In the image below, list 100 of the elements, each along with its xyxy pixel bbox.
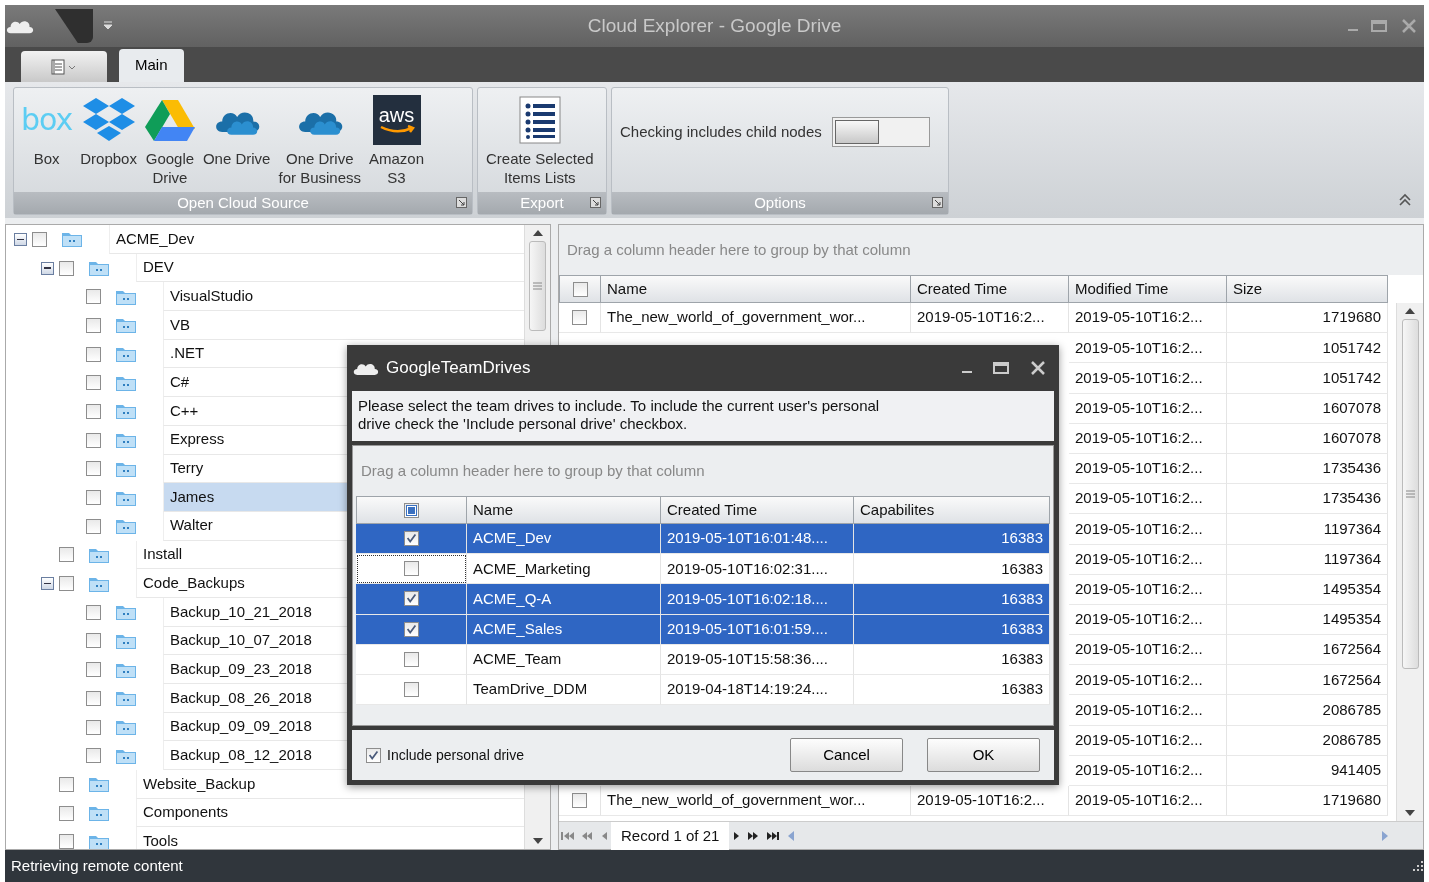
ok-button[interactable]: OK: [927, 738, 1040, 772]
collapse-icon[interactable]: [1398, 192, 1412, 208]
tree-checkbox[interactable]: [86, 432, 101, 448]
include-checkbox[interactable]: [366, 747, 381, 763]
tree-checkbox[interactable]: [86, 662, 101, 678]
smile-icon: [378, 125, 415, 135]
tree-checkbox[interactable]: [86, 748, 101, 764]
tree-checkbox[interactable]: [59, 547, 74, 563]
row-checkbox[interactable]: [403, 682, 419, 698]
tree-checkbox[interactable]: [86, 719, 101, 735]
folder-icon: [61, 230, 83, 249]
aws-logo: aws: [372, 95, 421, 145]
tree-checkbox[interactable]: [32, 231, 47, 247]
row-checkbox[interactable]: [403, 531, 419, 547]
tree-checkbox[interactable]: [59, 260, 74, 276]
tree-item[interactable]: ACME_Dev: [109, 225, 524, 254]
launcher-icon[interactable]: [456, 197, 467, 208]
scroll-down-icon[interactable]: [1404, 809, 1416, 817]
table-cell: 2019-05-10T16:2...: [1069, 786, 1227, 817]
scrollbar[interactable]: [1396, 303, 1423, 821]
scroll-up-icon[interactable]: [531, 229, 544, 237]
folder-icon: [88, 804, 110, 823]
ribbon-button[interactable]: box Box: [18, 92, 76, 169]
table-cell: The_new_world_of_government_wor...: [601, 786, 911, 817]
tree-item[interactable]: Components: [136, 798, 524, 828]
ribbon-button[interactable]: One Drive for Business: [275, 92, 364, 188]
tree-checkbox[interactable]: [59, 834, 74, 849]
tree-checkbox[interactable]: [59, 576, 74, 592]
tree-item[interactable]: VB: [163, 311, 524, 340]
tree-checkbox[interactable]: [86, 690, 101, 706]
tree-item[interactable]: VisualStudio: [163, 282, 524, 312]
table-cell: 1051742: [1227, 363, 1388, 394]
tree-checkbox[interactable]: [86, 375, 101, 391]
folder-icon: [115, 316, 137, 335]
table-cell: 1051742: [1227, 333, 1388, 364]
tree-checkbox[interactable]: [86, 461, 101, 477]
row-checkbox[interactable]: [572, 793, 587, 809]
option-label: Checking includes child nodes: [620, 121, 822, 142]
table-cell: 2019-04-18T14:19:24....: [661, 674, 854, 706]
ribbon-tab[interactable]: Main: [119, 49, 184, 82]
row-checkbox[interactable]: [403, 621, 419, 637]
column-header[interactable]: Capabilites: [854, 496, 1050, 524]
ribbon-button[interactable]: aws Amazon S3: [366, 92, 428, 188]
folder-icon: [115, 603, 137, 622]
row-checkbox[interactable]: [403, 561, 419, 577]
table-cell: 1735436: [1227, 453, 1388, 485]
tree-checkbox[interactable]: [86, 490, 101, 506]
row-checkbox[interactable]: [403, 591, 419, 607]
column-header[interactable]: Created Time: [661, 496, 854, 524]
ribbon-button[interactable]: One Drive: [199, 92, 274, 169]
table-cell: 1495354: [1227, 604, 1388, 636]
scroll-left-icon[interactable]: [787, 830, 796, 843]
first-icon[interactable]: [559, 830, 577, 843]
select-all-checkbox[interactable]: [404, 502, 419, 518]
launcher-icon[interactable]: [932, 197, 943, 208]
expander-icon[interactable]: [41, 577, 54, 591]
tree-item[interactable]: DEV: [136, 253, 524, 283]
folder-icon: [88, 775, 110, 794]
tree-checkbox[interactable]: [86, 289, 101, 305]
resize-grip-icon[interactable]: [1410, 859, 1424, 873]
column-header[interactable]: Name: [601, 275, 911, 303]
column-header[interactable]: Created Time: [911, 275, 1069, 303]
column-header[interactable]: Size: [1227, 275, 1388, 303]
expander-icon[interactable]: [41, 261, 54, 275]
tree-checkbox[interactable]: [59, 776, 74, 792]
column-header[interactable]: Modified Time: [1069, 275, 1227, 303]
grip-icon: [533, 282, 542, 290]
column-header[interactable]: Name: [467, 496, 661, 524]
table-cell: 1607078: [1227, 393, 1388, 424]
table-cell: 2019-05-10T16:2...: [911, 303, 1069, 334]
table-cell: 2019-05-10T16:2...: [1069, 363, 1227, 394]
launcher-icon[interactable]: [590, 197, 601, 208]
tree-checkbox[interactable]: [86, 518, 101, 534]
ribbon-button[interactable]: Create Selected Items Lists: [482, 92, 598, 188]
table-cell: 2019-05-10T16:2...: [1069, 423, 1227, 454]
select-all-checkbox[interactable]: [572, 281, 588, 297]
tree-checkbox[interactable]: [86, 633, 101, 649]
tree-checkbox[interactable]: [86, 317, 101, 333]
scroll-down-icon[interactable]: [531, 837, 544, 845]
tree-checkbox[interactable]: [59, 805, 74, 821]
table-cell: 2019-05-10T16:2...: [1069, 604, 1227, 636]
folder-icon: [115, 431, 137, 450]
row-checkbox[interactable]: [572, 310, 587, 326]
cancel-button[interactable]: Cancel: [790, 738, 903, 772]
scroll-up-icon[interactable]: [1404, 307, 1416, 315]
table-cell: 2019-05-10T16:01:59....: [661, 614, 854, 645]
ribbon-button[interactable]: Dropbox: [77, 92, 140, 169]
app-menu-button[interactable]: [21, 51, 107, 82]
table-cell: 2086785: [1227, 695, 1388, 726]
tree-checkbox[interactable]: [86, 403, 101, 419]
table-cell: 16383: [854, 644, 1050, 675]
scroll-right-icon[interactable]: [1381, 830, 1389, 843]
toggle-switch[interactable]: [831, 117, 930, 147]
ribbon-button[interactable]: Google Drive: [141, 92, 198, 188]
box-logo: box: [21, 105, 73, 135]
tree-checkbox[interactable]: [86, 346, 101, 362]
tree-checkbox[interactable]: [86, 604, 101, 620]
expander-icon[interactable]: [14, 232, 27, 246]
table-cell: 1719680: [1227, 786, 1388, 817]
row-checkbox[interactable]: [403, 651, 419, 667]
